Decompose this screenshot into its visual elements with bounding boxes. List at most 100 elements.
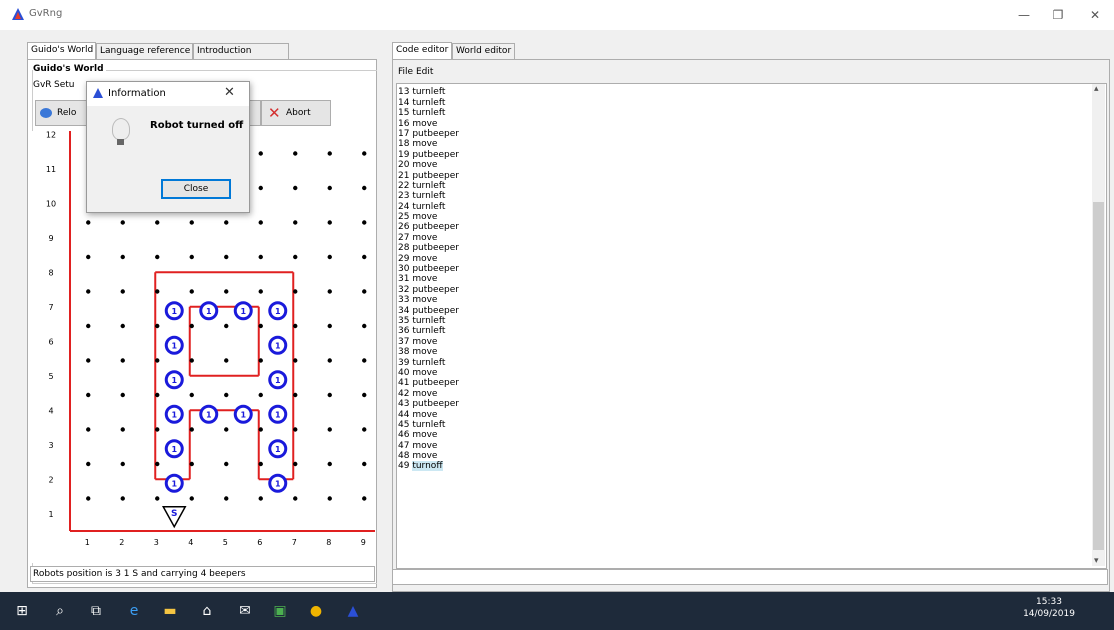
grid-dot [155,496,160,501]
reload-button[interactable]: Relo [35,100,91,126]
grid-dot [327,254,332,260]
line-number: 22 [398,180,413,191]
code-line[interactable]: 22 turnleft [398,181,459,191]
photos-icon[interactable]: ▣ [270,601,290,621]
line-code: putbeeper [412,149,460,160]
code-line[interactable]: 41 putbeeper [398,378,459,388]
code-line[interactable]: 27 move [398,233,459,243]
beeper-count: 1 [171,445,177,454]
code-line[interactable]: 20 move [398,160,459,170]
code-line[interactable]: 38 move [398,347,459,357]
line-code: putbeeper [412,284,460,295]
robot-direction-label: S [171,509,177,519]
taskbar-clock[interactable]: 15:33 14/09/2019 [1019,596,1079,620]
scroll-thumb[interactable] [1093,202,1104,550]
code-line[interactable]: 30 putbeeper [398,264,459,274]
line-code: move [412,440,438,451]
grid-dot [120,427,125,432]
edge-icon[interactable]: e [124,601,144,621]
line-code: move [412,409,438,420]
x-axis-label: 5 [223,538,228,547]
line-number: 43 [398,399,413,410]
grid-dot [120,461,125,467]
tab-guidos-world[interactable]: Guido's World [27,42,96,59]
line-number: 29 [398,253,413,264]
tab-introduction[interactable]: Introduction [193,43,289,59]
code-line[interactable]: 33 move [398,295,459,305]
code-line[interactable]: 47 move [398,441,459,451]
minimize-button[interactable]: — [1009,6,1039,24]
code-line[interactable]: 48 move [398,451,459,461]
restore-button[interactable]: ❐ [1043,6,1073,24]
code-line[interactable]: 35 turnleft [398,316,459,326]
code-line[interactable]: 13 turnleft [398,87,459,97]
code-editor[interactable]: 12 turnleft13 turnleft14 turnleft15 turn… [396,83,1107,569]
chrome-icon[interactable]: ● [306,601,326,621]
line-number: 15 [398,108,413,119]
menu-setup[interactable]: Setu [54,80,74,90]
code-line[interactable]: 29 move [398,254,459,264]
search-icon[interactable]: ⌕ [50,601,70,621]
tab-code-editor[interactable]: Code editor [392,42,452,59]
line-code: turnoff [412,461,443,472]
code-line[interactable]: 42 move [398,389,459,399]
dialog-close-icon[interactable]: ✕ [224,85,235,100]
grid-dot [189,289,194,294]
code-line[interactable]: 32 putbeeper [398,285,459,295]
code-line[interactable]: 49 turnoff [398,461,459,472]
file-explorer-icon[interactable]: ▬ [160,601,180,621]
dialog-close-button[interactable]: Close [161,179,231,199]
close-window-button[interactable]: ✕ [1080,6,1110,24]
abort-button[interactable]: ✕ Abort [261,100,331,126]
tab-language-reference[interactable]: Language reference [96,43,193,59]
code-line[interactable]: 25 move [398,212,459,222]
gvrng-icon[interactable]: ▲ [343,601,363,621]
grid-dot [293,358,298,363]
grid-dot [293,185,298,191]
mail-icon[interactable]: ✉ [235,601,255,621]
line-number: 44 [398,409,413,420]
store-icon[interactable]: ⌂ [197,601,217,621]
line-code: putbeeper [412,128,460,139]
tab-world-editor[interactable]: World editor [452,43,515,59]
task-view-icon[interactable]: ⧉ [86,601,106,621]
grid-dot [293,427,298,432]
code-line[interactable]: 37 move [398,337,459,347]
grid-dot [293,323,298,329]
scroll-down-icon[interactable]: ▾ [1094,556,1099,566]
x-axis-label: 2 [119,538,124,547]
code-line[interactable]: 24 turnleft [398,202,459,212]
code-line[interactable]: 18 move [398,139,459,149]
line-number: 36 [398,326,413,337]
code-line[interactable]: 40 move [398,368,459,378]
code-line[interactable]: 46 move [398,430,459,440]
line-number: 14 [398,97,413,108]
code-line[interactable]: 23 turnleft [398,191,459,201]
code-line[interactable]: 19 putbeeper [398,150,459,160]
code-line[interactable]: 26 putbeeper [398,222,459,232]
beeper-count: 1 [206,307,212,316]
scroll-up-icon[interactable]: ▴ [1094,84,1099,94]
code-line[interactable]: 36 turnleft [398,326,459,336]
editor-vertical-scrollbar[interactable]: ▴ ▾ [1092,84,1105,566]
code-line[interactable]: 15 turnleft [398,108,459,118]
code-line[interactable]: 28 putbeeper [398,243,459,253]
code-line[interactable]: 21 putbeeper [398,171,459,181]
lightbulb-base [117,139,124,145]
line-number: 33 [398,295,413,306]
menu-file[interactable]: File [398,67,413,77]
code-line[interactable]: 34 putbeeper [398,306,459,316]
code-line[interactable]: 31 move [398,274,459,284]
code-line[interactable]: 43 putbeeper [398,399,459,409]
code-line[interactable]: 44 move [398,410,459,420]
code-line[interactable]: 16 move [398,119,459,129]
grid-dot [258,185,263,191]
menu-gvr[interactable]: GvR [33,80,52,90]
menu-edit[interactable]: Edit [416,67,433,77]
code-line[interactable]: 39 turnleft [398,358,459,368]
windows-start-icon[interactable]: ⊞ [12,601,32,621]
code-line[interactable]: 17 putbeeper [398,129,459,139]
grid-dot [362,220,367,225]
code-line[interactable]: 45 turnleft [398,420,459,430]
code-line[interactable]: 14 turnleft [398,98,459,108]
